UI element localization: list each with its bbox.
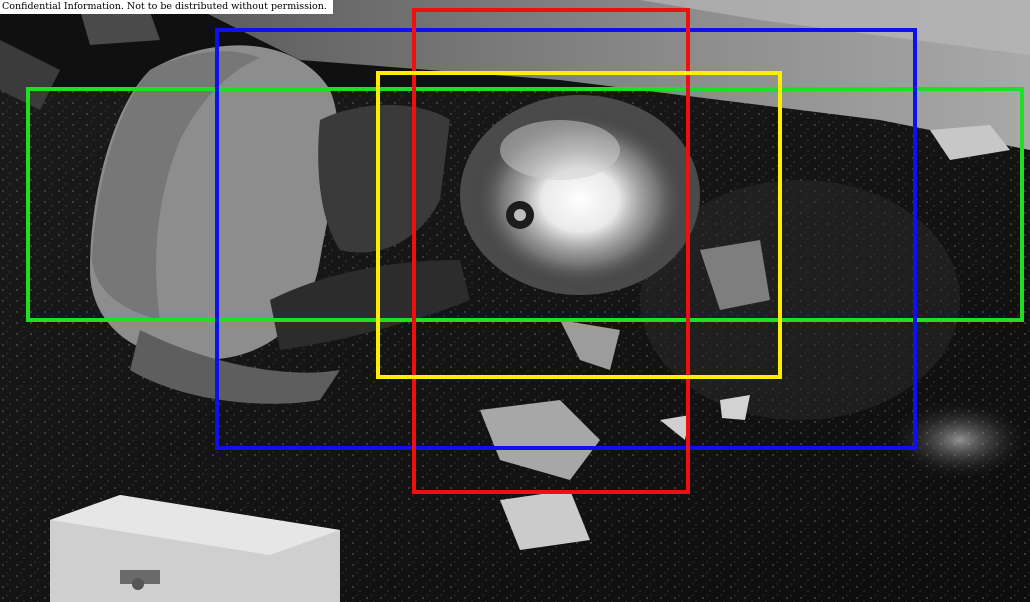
camera-frame: Confidential Information. Not to be dist… (0, 0, 1030, 602)
confidential-watermark: Confidential Information. Not to be dist… (0, 0, 333, 14)
detection-box-yellow (376, 71, 782, 379)
